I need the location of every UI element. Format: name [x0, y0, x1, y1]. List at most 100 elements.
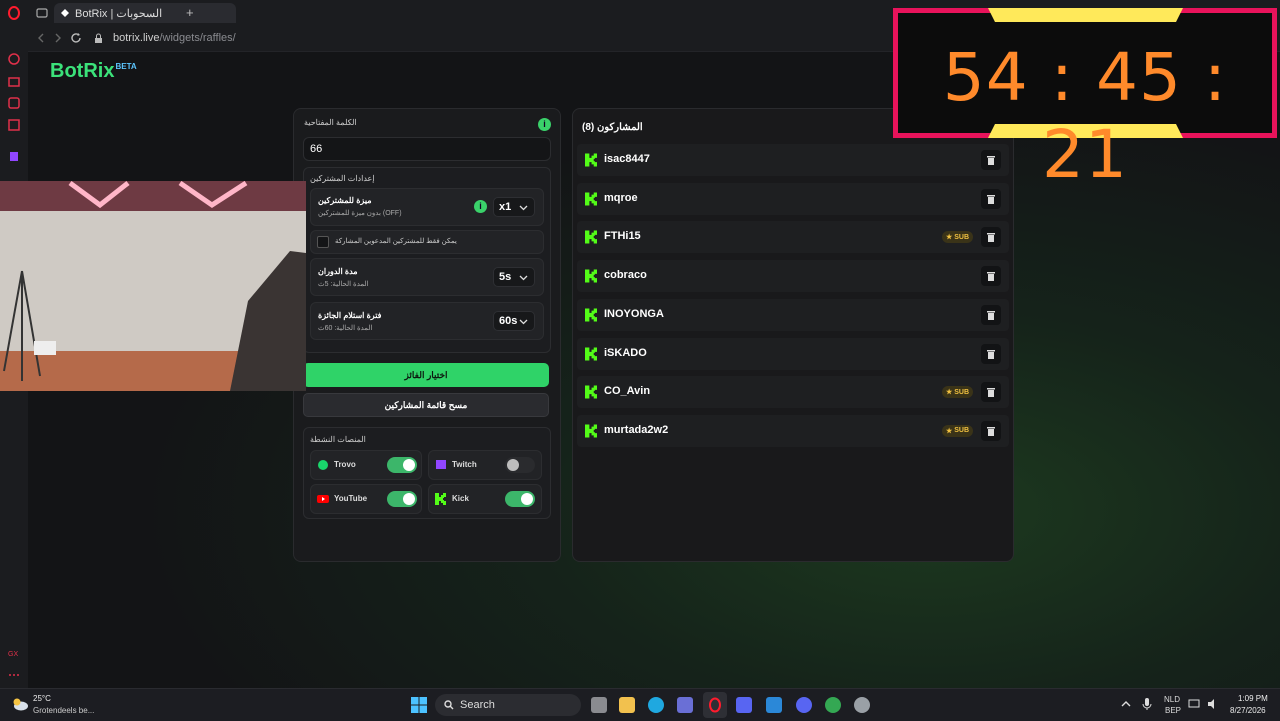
reload-icon[interactable]	[70, 32, 82, 44]
keyword-input[interactable]: 66	[303, 137, 551, 161]
chevron-down-icon	[519, 275, 528, 281]
clear-participants-button[interactable]: مسح قائمة المشاركين	[303, 393, 549, 417]
opera-taskbar-active[interactable]	[703, 692, 727, 718]
participant-name: INOYONGA	[604, 307, 664, 320]
language-bottom[interactable]: BEP	[1165, 706, 1181, 715]
monitor-icon[interactable]	[1188, 699, 1200, 709]
platform-name: YouTube	[334, 494, 368, 503]
twitch-icon	[436, 460, 446, 469]
gx-icon[interactable]: GX	[7, 646, 21, 660]
discord-icon[interactable]	[796, 697, 812, 713]
opera-logo-icon[interactable]	[7, 6, 21, 20]
twitch-sidebar-icon[interactable]	[7, 150, 21, 164]
edge-icon[interactable]	[648, 697, 664, 713]
weather-temp[interactable]: 25°C	[33, 694, 51, 703]
chrome-icon[interactable]	[825, 697, 841, 713]
clock-date[interactable]: 8/27/2026	[1230, 706, 1266, 715]
trovo-toggle[interactable]	[387, 457, 417, 473]
trash-icon	[987, 233, 995, 243]
platforms-label: المنصات النشطة	[310, 435, 366, 444]
back-icon[interactable]	[36, 33, 46, 43]
participant-row: FTHi15 ★ SUB	[577, 221, 1009, 254]
chart-icon[interactable]	[7, 118, 21, 132]
delete-participant-button[interactable]	[981, 420, 1001, 441]
store-icon[interactable]	[677, 697, 693, 713]
twitch-toggle[interactable]	[505, 457, 535, 473]
keyword-info-icon[interactable]: i	[538, 118, 551, 131]
weather-desc[interactable]: Grotendeels be...	[33, 706, 94, 715]
participants-title: المشاركون (8)	[582, 122, 643, 133]
star-icon: ★	[945, 427, 953, 435]
file-explorer-icon[interactable]	[619, 697, 635, 713]
chevron-down-icon	[519, 205, 528, 211]
aria-icon[interactable]	[7, 52, 21, 66]
kick-icon	[585, 424, 597, 438]
youtube-toggle[interactable]	[387, 491, 417, 507]
weather-cloud-icon[interactable]	[11, 696, 29, 712]
keyword-value: 66	[310, 143, 323, 155]
only-followers-row[interactable]: يمكن فقط للمشتركين المدعوين المشاركة	[310, 230, 544, 254]
kick-toggle[interactable]	[505, 491, 535, 507]
rotation-value: 5s	[499, 271, 512, 283]
more-icon[interactable]	[7, 668, 21, 682]
subscriber-settings-group: إعدادات المشتركين ميزة للمشتركين بدون مي…	[303, 167, 551, 353]
delete-participant-button[interactable]	[981, 382, 1001, 403]
sub-bonus-info-icon[interactable]: i	[474, 200, 487, 213]
sub-bonus-select[interactable]: x1	[493, 197, 535, 217]
participant-row: murtada2w2 ★ SUB	[577, 414, 1009, 447]
botrix-favicon-icon	[61, 9, 69, 17]
sub-bonus-title: ميزة للمشتركين	[318, 196, 372, 205]
platform-name: Twitch	[452, 460, 477, 469]
media-player-icon[interactable]	[736, 697, 752, 713]
tab-title: BotRix | السحوبات	[75, 7, 163, 20]
sub-bonus-desc: بدون ميزة للمشتركين (OFF)	[318, 210, 402, 217]
delete-participant-button[interactable]	[981, 304, 1001, 325]
delete-participant-button[interactable]	[981, 343, 1001, 364]
messenger-icon[interactable]	[7, 96, 21, 110]
delete-participant-button[interactable]	[981, 266, 1001, 287]
tab-botrix[interactable]: BotRix | السحوبات	[54, 3, 236, 23]
star-icon: ★	[945, 234, 953, 242]
sub-badge: ★ SUB	[941, 386, 973, 399]
claim-value: 60s	[499, 315, 518, 327]
kick-icon	[585, 230, 597, 244]
tray-chevron-up-icon[interactable]	[1121, 700, 1131, 708]
windows-start-icon[interactable]	[411, 697, 427, 713]
claim-desc: المدة الحالية: 60ث	[318, 325, 373, 332]
trash-icon	[987, 388, 995, 398]
kick-icon	[585, 346, 597, 361]
forward-icon[interactable]	[53, 33, 63, 43]
participant-row: CO_Avin ★ SUB	[577, 376, 1009, 409]
rotation-row: مدة الدوران المدة الحالية: 5ث 5s	[310, 258, 544, 296]
pick-winner-button[interactable]: اختيار الفائز	[303, 363, 549, 387]
claim-select[interactable]: 60s	[493, 311, 535, 331]
search-placeholder: Search	[460, 699, 495, 711]
obs-icon[interactable]	[854, 697, 870, 713]
botrix-logo[interactable]: BotRixBETA	[50, 60, 137, 83]
task-view-icon[interactable]	[591, 697, 607, 713]
participant-name: CO_Avin	[604, 385, 651, 398]
microphone-icon[interactable]	[1142, 697, 1152, 711]
app-grid-icon[interactable]	[766, 697, 782, 713]
trovo-icon	[318, 460, 328, 470]
claim-row: فترة استلام الجائزة المدة الحالية: 60ث 6…	[310, 302, 544, 340]
kick-icon	[585, 385, 597, 399]
rotation-select[interactable]: 5s	[493, 267, 535, 287]
clock-time[interactable]: 1:09 PM	[1238, 694, 1268, 703]
volume-icon[interactable]	[1207, 698, 1219, 710]
taskbar-search[interactable]: Search	[435, 694, 581, 716]
sub-badge-label: SUB	[954, 427, 969, 435]
only-followers-checkbox[interactable]	[317, 236, 329, 248]
platform-trovo: Trovo	[310, 450, 422, 480]
svg-text:GX: GX	[8, 651, 18, 658]
kick-icon	[585, 269, 597, 283]
bag-icon[interactable]	[7, 74, 21, 88]
subscriber-settings-label: إعدادات المشتركين	[310, 174, 375, 183]
tab-menu-icon[interactable]	[36, 7, 48, 19]
language-top[interactable]: NLD	[1164, 695, 1180, 704]
raffle-settings-card: الكلمة المفتاحية i 66 إعدادات المشتركين …	[293, 108, 561, 562]
new-tab-button[interactable]: +	[186, 5, 194, 20]
delete-participant-button[interactable]	[981, 227, 1001, 248]
url-field[interactable]: botrix.live/widgets/raffles/	[113, 32, 236, 44]
participant-name: isac8447	[604, 153, 650, 165]
